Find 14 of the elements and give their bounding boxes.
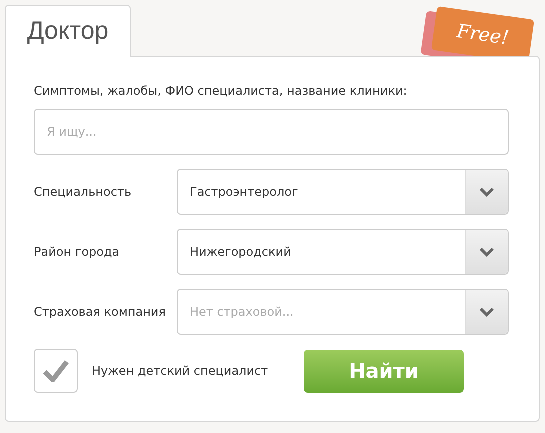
filter-label: Район города <box>34 244 121 261</box>
filter-label: Специальность <box>34 184 133 201</box>
chevron-down-icon <box>480 307 494 317</box>
search-field[interactable]: Я ищу... <box>34 109 509 155</box>
select-field[interactable]: Гастроэнтеролог <box>177 169 509 215</box>
query-label: Симптомы, жалобы, ФИО специалиста, название клиники: <box>34 83 408 100</box>
filter-label: Страховая компания <box>34 304 167 321</box>
chevron-down-icon <box>480 247 494 257</box>
checkbox[interactable] <box>34 349 78 393</box>
chevron-down-icon <box>480 187 494 197</box>
checkmark-icon <box>43 360 69 382</box>
select-field[interactable]: Нижегородский <box>177 229 509 275</box>
checkbox-label: Нужен детский специалист <box>92 363 270 380</box>
tab[interactable]: Доктор <box>5 5 131 57</box>
